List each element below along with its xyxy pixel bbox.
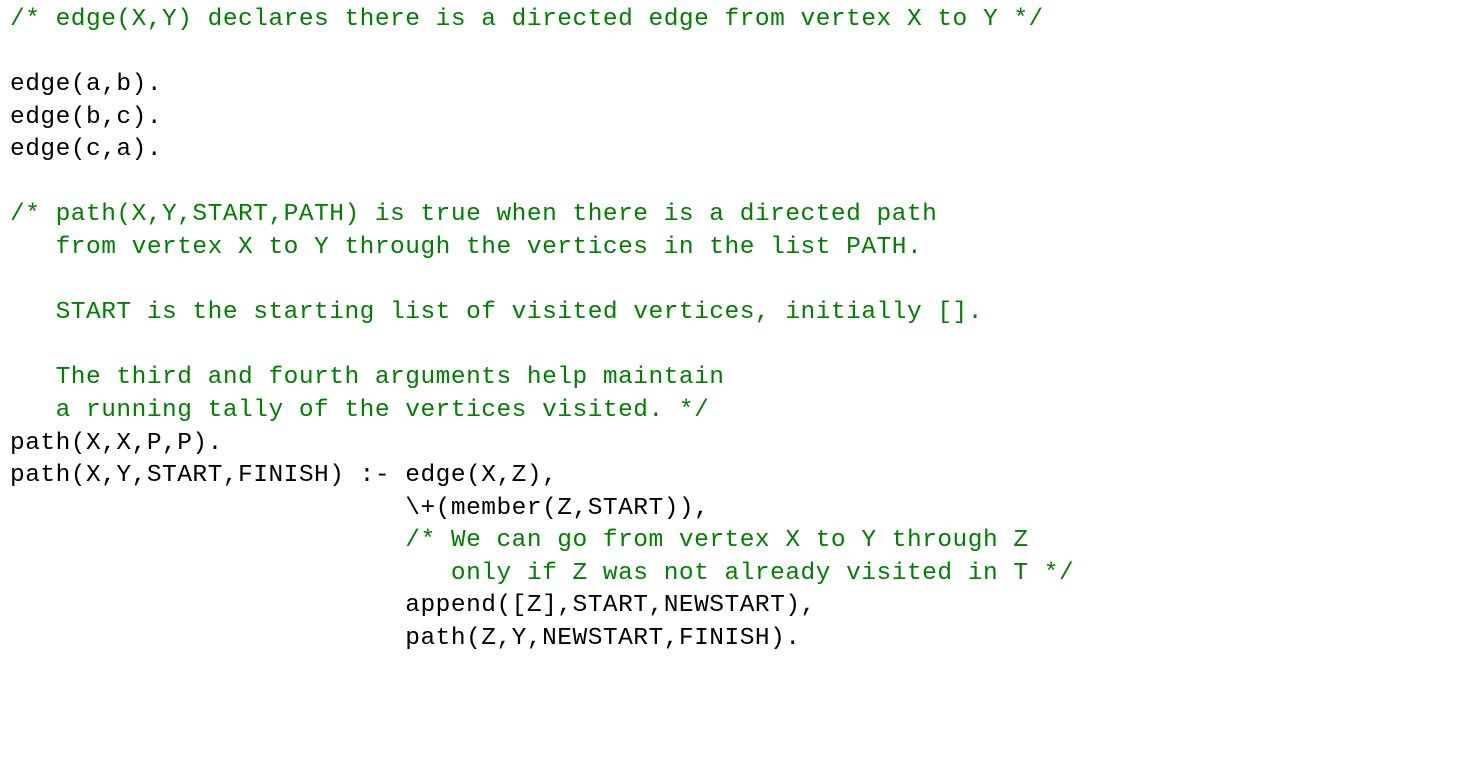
code-segment: only if Z was not already visited in T *… [405,560,1074,587]
code-segment: /* edge(X,Y) declares there is a directe… [10,6,1044,33]
code-segment: /* We can go from vertex X to Y through … [405,527,1028,554]
code-segment: START is the starting list of visited ve… [10,299,983,326]
code-segment: path(Z,Y,NEWSTART,FINISH). [10,625,801,652]
code-segment: append([Z],START,NEWSTART), [10,592,816,619]
code-segment: edge(a,b). [10,71,162,98]
code-segment: \+(member(Z,START)), [10,495,709,522]
code-segment: path(X,Y,START,FINISH) :- edge(X,Z), [10,462,557,489]
code-segment: The third and fourth arguments help main… [10,364,725,391]
code-segment: /* path(X,Y,START,PATH) is true when the… [10,201,937,228]
code-segment: edge(c,a). [10,136,162,163]
code-block: /* edge(X,Y) declares there is a directe… [0,0,1470,660]
code-segment [10,560,405,587]
code-segment: path(X,X,P,P). [10,430,223,457]
code-segment: edge(b,c). [10,104,162,131]
code-segment: a running tally of the vertices visited.… [10,397,709,424]
code-segment [10,527,405,554]
code-segment: from vertex X to Y through the vertices … [10,234,922,261]
